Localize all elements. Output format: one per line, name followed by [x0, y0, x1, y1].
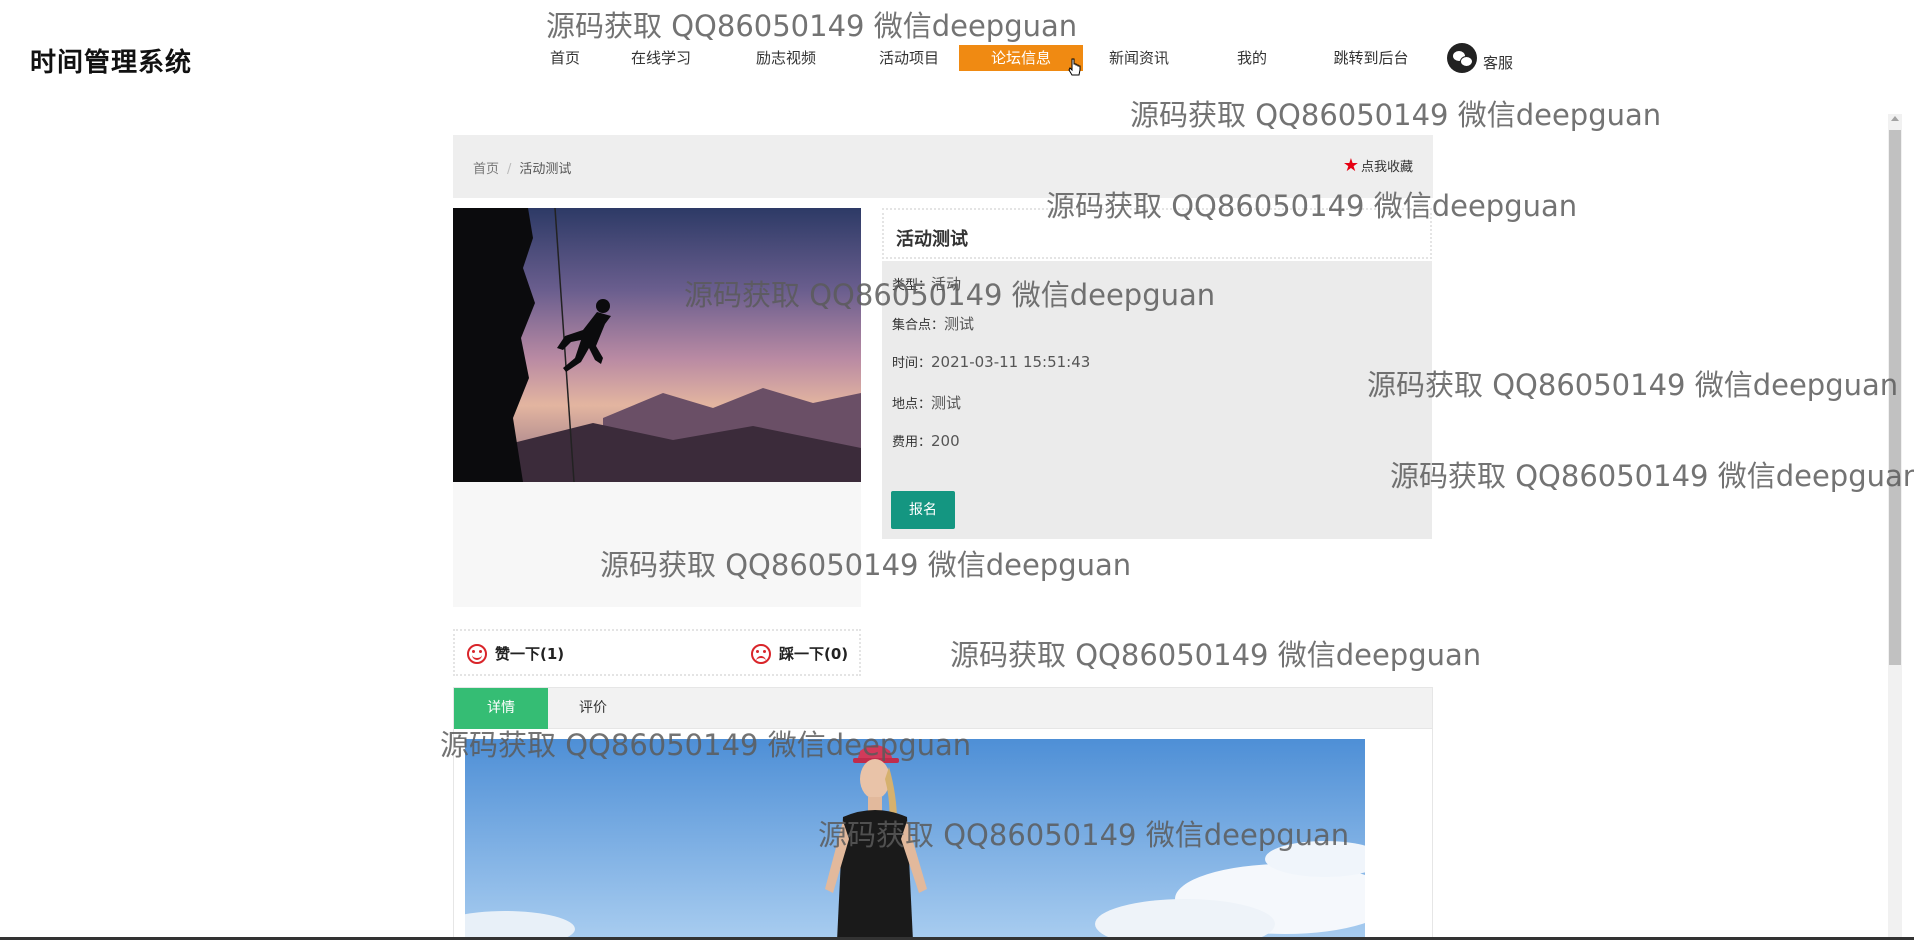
field-fee: 费用：200 — [892, 431, 960, 450]
breadcrumb: 首页 / 活动测试 — [473, 158, 571, 177]
field-meeting-point-value: 测试 — [944, 315, 975, 333]
signup-button[interactable]: 报名 — [891, 491, 955, 529]
smile-icon — [467, 643, 487, 664]
scrollbar-thumb[interactable] — [1889, 130, 1901, 665]
dislike-label: 踩一下(0) — [779, 645, 849, 663]
field-meeting-point: 集合点：测试 — [892, 313, 974, 334]
nav-item-mine[interactable]: 我的 — [1232, 45, 1272, 71]
nav-item-news[interactable]: 新闻资讯 — [1101, 45, 1177, 71]
nav-item-online-learning[interactable]: 在线学习 — [623, 45, 699, 71]
like-label: 赞一下(1) — [495, 645, 565, 663]
favorite-button[interactable]: ★ 点我收藏 — [1343, 156, 1413, 175]
nav-item-videos[interactable]: 励志视频 — [748, 45, 824, 71]
breadcrumb-bar: 首页 / 活动测试 ★ 点我收藏 — [453, 135, 1433, 198]
like-button[interactable]: 赞一下(1) — [467, 643, 564, 664]
hand-cursor-icon — [1068, 58, 1081, 76]
breadcrumb-home[interactable]: 首页 — [473, 162, 499, 177]
field-type: 类型：活动 — [892, 273, 961, 294]
vote-box: 赞一下(1) 踩一下(0) — [453, 629, 861, 676]
nav-item-forum[interactable]: 论坛信息 — [959, 45, 1083, 71]
tabs-header: 详情 评价 — [454, 688, 1432, 729]
field-type-label: 类型： — [892, 278, 932, 293]
wechat-icon — [1447, 43, 1477, 73]
sad-icon — [751, 643, 771, 664]
activity-title-box: 活动测试 — [882, 208, 1432, 259]
field-location-label: 地点： — [892, 397, 932, 412]
breadcrumb-separator: / — [507, 162, 512, 177]
tab-details[interactable]: 详情 — [454, 688, 548, 729]
nav-item-home[interactable]: 首页 — [540, 45, 590, 71]
breadcrumb-current: 活动测试 — [519, 162, 572, 177]
field-time: 时间：2021-03-11 15:51:43 — [892, 352, 1090, 371]
field-fee-value: 200 — [931, 432, 960, 450]
detail-image — [465, 739, 1365, 940]
field-meeting-point-label: 集合点： — [892, 318, 945, 333]
watermark: 源码获取 QQ86050149 微信deepguan — [546, 9, 1078, 43]
site-title: 时间管理系统 — [30, 48, 193, 78]
star-icon: ★ — [1342, 154, 1359, 176]
field-fee-label: 费用： — [892, 435, 932, 450]
dislike-button[interactable]: 踩一下(0) — [751, 643, 848, 664]
tabs-panel: 详情 评价 — [453, 687, 1433, 940]
image-placeholder — [453, 482, 861, 607]
nav-item-activities[interactable]: 活动项目 — [871, 45, 947, 71]
favorite-label: 点我收藏 — [1360, 160, 1413, 175]
customer-service-label: 客服 — [1483, 53, 1514, 72]
field-location: 地点：测试 — [892, 392, 961, 413]
page-root: 时间管理系统 首页 在线学习 励志视频 活动项目 论坛信息 新闻资讯 我的 跳转… — [0, 0, 1914, 940]
watermark: 源码获取 QQ86050149 微信deepguan — [950, 638, 1482, 672]
field-type-value: 活动 — [931, 275, 962, 293]
field-time-label: 时间： — [892, 356, 932, 371]
activity-image — [453, 208, 861, 482]
nav-item-admin[interactable]: 跳转到后台 — [1325, 45, 1417, 71]
field-location-value: 测试 — [931, 394, 962, 412]
customer-service[interactable]: 客服 — [1447, 43, 1513, 73]
activity-title: 活动测试 — [896, 229, 968, 250]
tab-reviews[interactable]: 评价 — [548, 688, 638, 729]
watermark: 源码获取 QQ86050149 微信deepguan — [1367, 368, 1899, 402]
watermark: 源码获取 QQ86050149 微信deepguan — [1390, 459, 1914, 493]
watermark: 源码获取 QQ86050149 微信deepguan — [1130, 98, 1662, 132]
scroll-up-arrow-icon[interactable] — [1891, 116, 1899, 121]
activity-details: 类型：活动 集合点：测试 时间：2021-03-11 15:51:43 地点：测… — [882, 261, 1432, 539]
field-time-value: 2021-03-11 15:51:43 — [931, 353, 1091, 371]
main-nav: 首页 在线学习 励志视频 活动项目 论坛信息 新闻资讯 我的 跳转到后台 客服 — [540, 43, 1513, 73]
